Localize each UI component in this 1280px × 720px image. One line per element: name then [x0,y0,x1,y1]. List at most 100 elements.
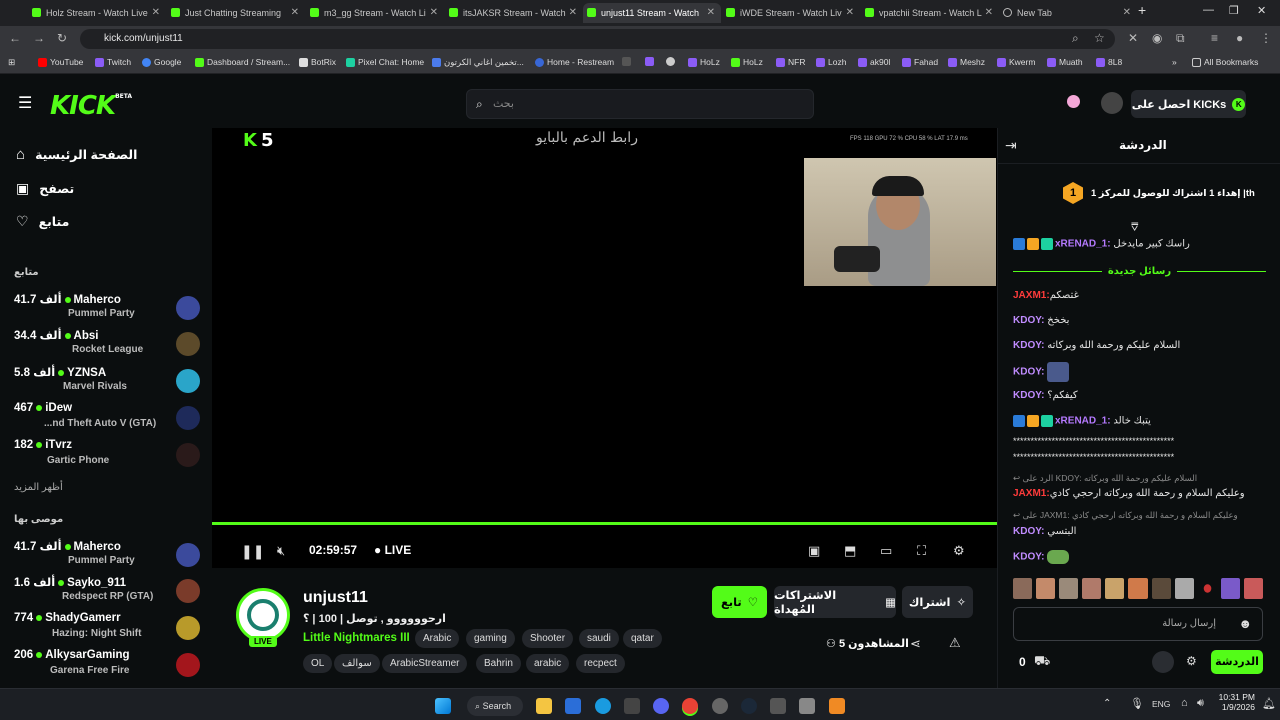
bookmark-icon[interactable] [666,57,675,66]
channel-avatar[interactable]: LIVE [236,588,290,647]
minimize-icon[interactable]: — [1203,4,1214,16]
search-input[interactable]: ⌕ بحث [466,89,814,119]
extension-icon[interactable]: ◉ [1152,31,1162,45]
steam-icon[interactable] [741,698,757,714]
kick-logo[interactable]: KICKBETA [50,91,132,121]
close-icon[interactable]: ✕ [152,7,160,18]
emote[interactable] [1082,578,1102,599]
close-icon[interactable]: ✕ [846,7,854,18]
bookmark-kwerm[interactable]: Kwerm [997,57,1035,67]
tag[interactable]: سوالف [334,654,380,673]
app-icon[interactable] [829,698,845,714]
zoom-icon[interactable]: ⌕ [1072,31,1079,46]
fullscreen-icon[interactable]: ⛶ [917,543,926,559]
bookmark-muath[interactable]: Muath [1047,57,1083,67]
bookmark-holz[interactable]: HoLz [731,57,763,67]
sidebar-item-home[interactable]: ⌂ الصفحة الرئيسية [16,146,137,163]
sidebar-channel[interactable]: 774 ShadyGamerr Hazing: Night Shift [14,612,200,646]
points-gift-icon[interactable]: ⛟ [1034,653,1050,671]
menu-dots-icon[interactable]: ⋮ [1260,31,1272,45]
tray-chevron-icon[interactable]: ⌃ [1103,698,1111,709]
maximize-icon[interactable]: ❐ [1229,4,1239,17]
clip-icon[interactable]: ⬒ [844,543,856,559]
sidebar-channel[interactable]: 41.7 ألف Maherco Pummel Party [14,539,200,573]
bookmark-star-icon[interactable]: ☆ [1094,31,1105,45]
bookmark-dashboard[interactable]: Dashboard / Stream... [195,57,290,67]
obs-icon[interactable] [712,698,728,714]
windows-start-icon[interactable] [435,698,451,714]
tag[interactable]: saudi [579,629,619,648]
close-icon[interactable]: ✕ [1123,7,1131,18]
browser-tab[interactable]: m3_gg Stream - Watch Li ✕ [306,3,444,23]
new-tab-icon[interactable]: + [1138,2,1146,18]
close-icon[interactable]: ✕ [569,7,577,18]
window-close-icon[interactable]: ✕ [1257,4,1266,17]
chat-settings-icon[interactable]: ⚙ [1186,654,1197,668]
app-icon[interactable] [799,698,815,714]
reading-list-icon[interactable]: ≡ [1211,31,1218,45]
bookmark-arabic[interactable]: تخمين اغاني الكرتون... [432,57,524,68]
channel-name[interactable]: unjust11 [303,589,368,607]
file-explorer-icon[interactable] [536,698,552,714]
app-icon[interactable] [770,698,786,714]
gift-subs-button[interactable]: الاشتراكات المُهداة ▦ [774,586,896,618]
browser-tab[interactable]: vpatchii Stream - Watch L ✕ [861,3,999,23]
chrome-icon[interactable] [682,698,698,714]
browser-tab[interactable]: New Tab ✕ [999,3,1137,23]
sidebar-channel[interactable]: 206 AlkysarGaming Garena Free Fire [14,649,200,683]
avatar[interactable] [1101,92,1123,114]
emote[interactable] [1036,578,1056,599]
microphone-icon[interactable]: 🎙︎ [1130,697,1144,710]
sidebar-channel[interactable]: 5.8 ألف YZNSA Marvel Rivals [14,365,200,399]
avatar[interactable] [1152,651,1174,673]
bookmark-restream[interactable]: Home - Restream [535,57,614,67]
tag[interactable]: Arabic [415,629,460,648]
collapse-chat-icon[interactable]: ⇥ [1005,137,1017,154]
emote[interactable] [1151,578,1171,599]
emote[interactable] [1128,578,1148,599]
bookmark-lozh[interactable]: Lozh [816,57,846,67]
emote[interactable] [1220,578,1240,599]
address-bar[interactable]: kick.com/unjust11 [80,29,1115,49]
bookmark-botrix[interactable]: BotRix [299,57,336,67]
bookmark-youtube[interactable]: YouTube [38,57,83,67]
sidebar-channel[interactable]: 182 iTvrz Gartic Phone [14,439,200,473]
language-indicator[interactable]: ENG [1152,699,1170,709]
pinned-filter-icon[interactable]: ⩢ [1131,220,1138,235]
emote[interactable] [1013,578,1033,599]
reload-icon[interactable]: ↻ [57,31,67,45]
theater-mode-icon[interactable]: ▭ [880,543,892,559]
bookmark-icon[interactable] [622,57,631,66]
tag[interactable]: Shooter [522,629,574,648]
forward-icon[interactable]: → [33,31,45,45]
tag[interactable]: recpect [576,654,625,673]
sidebar-item-browse[interactable]: ▣ تصفح [16,180,74,197]
browser-tab[interactable]: itsJAKSR Stream - Watch ✕ [445,3,583,23]
sidebar-channel[interactable]: 34.4 ألف Absi Rocket League [14,328,200,362]
tag[interactable]: qatar [623,629,662,648]
bookmark-nfr[interactable]: NFR [776,57,805,67]
follow-button[interactable]: تابع ♡ [712,586,767,618]
browser-tab[interactable]: Holz Stream - Watch Live ✕ [28,3,166,23]
pause-icon[interactable]: ❚❚ [241,543,264,560]
notification-icon[interactable] [1067,95,1080,108]
volume-icon[interactable]: 🔊︎ [1197,697,1204,710]
clock[interactable]: 10:31 PM 1/9/2026 [1217,692,1255,712]
network-icon[interactable]: ⌂ [1181,697,1188,709]
bookmark-google[interactable]: Google [142,57,181,67]
all-bookmarks[interactable]: All Bookmarks [1192,57,1258,67]
gift-goal-banner[interactable]: 1 إهداء 1 اشتراك للوصول للمركز 1 |th [1063,180,1263,206]
report-warning-icon[interactable]: ⚠ [949,635,961,651]
subscribe-button[interactable]: اشتراك ✧ [902,586,973,618]
app-icon[interactable] [624,698,640,714]
emote[interactable] [1203,584,1212,593]
emote[interactable] [1059,578,1079,599]
tag[interactable]: Bahrin [476,654,521,673]
bookmark-pixelchat[interactable]: Pixel Chat: Home [346,57,424,67]
tag[interactable]: ArabicStreamer [382,654,468,673]
close-icon[interactable]: ✕ [985,7,993,18]
muted-volume-icon[interactable]: 🔇︎ [277,543,285,559]
mute-tab-icon[interactable]: ✕ [1128,31,1138,45]
store-icon[interactable] [565,698,581,714]
show-more-link[interactable]: أظهر المزيد [14,482,63,493]
